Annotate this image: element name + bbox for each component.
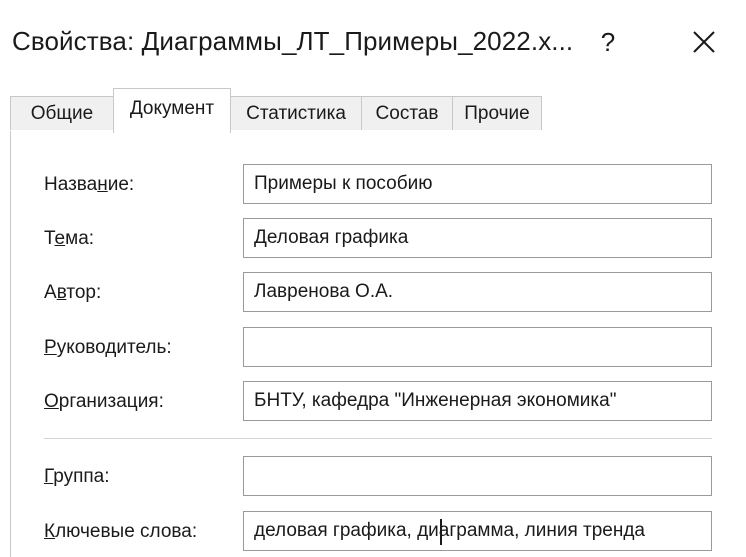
author-label: Автор: [44,282,102,303]
title-label: Название: [44,174,135,195]
close-button[interactable] [684,22,724,62]
category-label: Группа: [44,466,110,487]
company-label: Организация: [44,391,164,412]
tab-custom[interactable]: Прочие [452,96,542,130]
properties-dialog: Свойства: Диаграммы_ЛТ_Примеры_2022.x...… [0,0,746,557]
tab-general[interactable]: Общие [10,96,114,130]
title-field[interactable] [243,164,712,204]
dialog-title: Свойства: Диаграммы_ЛТ_Примеры_2022.x... [12,26,574,56]
manager-label: Руководитель: [44,337,172,358]
author-field[interactable] [243,272,712,312]
keywords-label: Ключевые слова: [44,521,198,542]
tab-contents[interactable]: Состав [361,96,453,130]
subject-field[interactable] [243,218,712,258]
title-bar: Свойства: Диаграммы_ЛТ_Примеры_2022.x...… [0,0,746,88]
close-icon [693,31,715,53]
company-field[interactable] [243,381,712,421]
tab-statistics[interactable]: Статистика [230,96,362,130]
keywords-field[interactable] [243,511,712,551]
help-button[interactable]: ? [590,22,626,62]
section-divider [44,438,712,439]
manager-field[interactable] [243,327,712,367]
text-caret [440,519,442,545]
subject-label: Тема: [44,228,95,249]
tab-document[interactable]: Документ [113,88,231,133]
tab-strip: Общие Документ Статистика Состав Прочие [0,88,746,133]
category-field[interactable] [243,456,712,496]
